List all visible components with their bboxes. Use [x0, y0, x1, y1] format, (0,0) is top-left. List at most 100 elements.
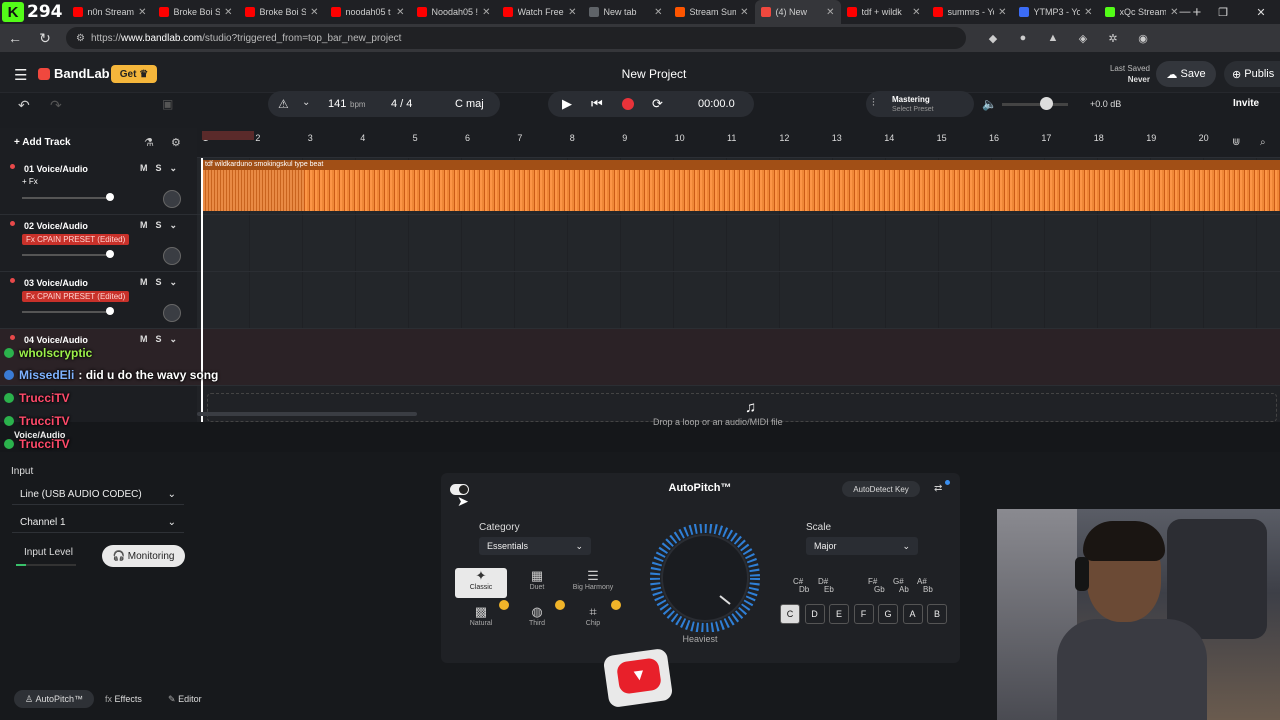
- track-volume-knob[interactable]: [106, 307, 114, 315]
- key-button[interactable]: B: [927, 604, 947, 624]
- address-bar[interactable]: ⚙ https://www.bandlab.com/studio?trigger…: [66, 27, 966, 49]
- chevron-down-icon[interactable]: ⌄: [302, 97, 310, 108]
- loop-icon[interactable]: ⟳: [652, 96, 663, 112]
- track-lane[interactable]: [197, 272, 1280, 329]
- play-icon[interactable]: ▶: [562, 96, 572, 112]
- bandlab-logo[interactable]: BandLab: [38, 66, 110, 81]
- invite-button[interactable]: Invite: [1233, 98, 1259, 109]
- key-button[interactable]: D: [804, 604, 825, 624]
- audio-clip[interactable]: tdf wildkarduno smokingskul type beat: [202, 160, 1280, 211]
- skip-back-icon[interactable]: ⏮: [591, 96, 603, 112]
- tuner-icon[interactable]: ⚗: [144, 136, 154, 149]
- key-button[interactable]: E: [829, 604, 849, 624]
- extension-icon[interactable]: ●: [1008, 32, 1038, 45]
- maximize-icon[interactable]: ❐: [1204, 6, 1242, 19]
- browser-tab[interactable]: Watch Free ✕: [497, 0, 583, 24]
- track-pan-dial[interactable]: [163, 190, 181, 208]
- publish-button[interactable]: ⊕ Publis: [1224, 61, 1280, 87]
- extension-icon[interactable]: ▲: [1038, 32, 1068, 45]
- sharp-key-button[interactable]: D# Eb: [818, 578, 834, 594]
- close-tab-icon[interactable]: ✕: [1084, 7, 1092, 18]
- key-button[interactable]: G: [878, 604, 898, 624]
- track-fx-button[interactable]: Fx CPAIN PRESET (Edited): [22, 291, 130, 302]
- effect-option[interactable]: ◍ Third: [511, 604, 563, 634]
- browser-tab[interactable]: Stream Sum ✕: [669, 0, 755, 24]
- tempo-value[interactable]: 141: [328, 98, 346, 110]
- save-button[interactable]: ☁ Save: [1156, 61, 1216, 87]
- sampler-icon[interactable]: ▣: [162, 97, 173, 111]
- track-fx-button[interactable]: + Fx: [22, 177, 38, 186]
- tab-effects[interactable]: fx Effects: [105, 690, 142, 708]
- time-signature[interactable]: 4 / 4: [391, 98, 412, 110]
- browser-tab[interactable]: Broke Boi Su✕: [153, 0, 239, 24]
- zoom-icon[interactable]: ⌕: [1260, 137, 1266, 148]
- redo-icon[interactable]: ↷: [50, 97, 62, 114]
- project-title[interactable]: New Project: [540, 67, 768, 81]
- browser-tab[interactable]: YTMP3 - Yo ✕: [1013, 0, 1099, 24]
- sharp-key-button[interactable]: C# Db: [793, 578, 809, 594]
- browser-tab[interactable]: noodah05 t ✕: [325, 0, 411, 24]
- track-header[interactable]: 01 Voice/Audio MS⌄ + Fx: [0, 158, 197, 215]
- close-tab-icon[interactable]: ✕: [482, 7, 490, 18]
- effect-option[interactable]: ▦ Duet: [511, 568, 563, 598]
- key-selector[interactable]: C maj: [455, 98, 484, 110]
- effect-option[interactable]: ☰ Big Harmony: [567, 568, 619, 598]
- mute-solo-buttons[interactable]: MS⌄: [140, 334, 185, 345]
- sharp-key-button[interactable]: F# Gb: [868, 578, 885, 594]
- track-volume-slider[interactable]: [22, 254, 112, 256]
- monitoring-button[interactable]: 🎧 Monitoring: [102, 545, 185, 567]
- browser-tab[interactable]: n0n Stream ✕: [67, 0, 153, 24]
- sharp-key-button[interactable]: A# Bb: [917, 578, 933, 594]
- track-header[interactable]: 02 Voice/Audio MS⌄ Fx CPAIN PRESET (Edite…: [0, 215, 197, 272]
- track-pan-dial[interactable]: [163, 247, 181, 265]
- close-tab-icon[interactable]: ✕: [826, 7, 834, 18]
- site-info-icon[interactable]: ⚙: [76, 33, 85, 44]
- extensions-puzzle-icon[interactable]: ✲: [1098, 32, 1128, 45]
- loop-region[interactable]: [202, 131, 254, 140]
- track-lane[interactable]: [197, 215, 1280, 272]
- get-membership-button[interactable]: Get ♛: [111, 65, 157, 83]
- tab-editor[interactable]: ✎ Editor: [168, 690, 202, 708]
- tab-autopitch[interactable]: ♙ AutoPitch™: [14, 690, 94, 708]
- back-icon[interactable]: ←: [0, 30, 30, 46]
- metronome-icon[interactable]: ⚠: [278, 97, 289, 111]
- track-lane[interactable]: [197, 329, 1280, 386]
- close-tab-icon[interactable]: ✕: [396, 7, 404, 18]
- record-arm-icon[interactable]: [10, 335, 15, 340]
- close-tab-icon[interactable]: ✕: [998, 7, 1006, 18]
- close-tab-icon[interactable]: ✕: [568, 7, 576, 18]
- track-volume-knob[interactable]: [106, 193, 114, 201]
- input-channel-select[interactable]: Channel 1 ⌄: [12, 513, 184, 533]
- browser-tab[interactable]: summrs - Yo ✕: [927, 0, 1013, 24]
- record-arm-icon[interactable]: [10, 221, 15, 226]
- close-tab-icon[interactable]: ✕: [310, 7, 318, 18]
- track-settings-icon[interactable]: ⚙: [171, 136, 181, 149]
- browser-tab[interactable]: New tab ✕: [583, 0, 669, 24]
- record-arm-icon[interactable]: [10, 164, 15, 169]
- close-tab-icon[interactable]: ✕: [654, 7, 662, 18]
- close-tab-icon[interactable]: ✕: [138, 7, 146, 18]
- record-button[interactable]: [622, 98, 634, 110]
- track-name[interactable]: 01 Voice/Audio: [24, 164, 88, 174]
- scale-select[interactable]: Major ⌄: [806, 537, 918, 555]
- track-volume-knob[interactable]: [106, 250, 114, 258]
- track-fx-button[interactable]: Fx CPAIN PRESET (Edited): [22, 234, 130, 245]
- volume-icon[interactable]: 🔈: [982, 97, 997, 111]
- horizontal-scrollbar[interactable]: [197, 412, 417, 416]
- input-device-select[interactable]: Line (USB AUDIO CODEC) ⌄: [12, 485, 184, 505]
- close-tab-icon[interactable]: ✕: [740, 7, 748, 18]
- playhead[interactable]: [201, 158, 203, 422]
- autodetect-key-button[interactable]: AutoDetect Key: [842, 481, 920, 497]
- mute-solo-buttons[interactable]: MS⌄: [140, 163, 185, 174]
- browser-tab[interactable]: (4) New ✕: [754, 0, 841, 24]
- track-volume-slider[interactable]: [22, 197, 112, 199]
- mute-solo-buttons[interactable]: MS⌄: [140, 277, 185, 288]
- browser-tab[interactable]: Broke Boi Su✕: [239, 0, 325, 24]
- track-volume-slider[interactable]: [22, 311, 112, 313]
- effect-option[interactable]: ✦ Classic: [455, 568, 507, 598]
- close-tab-icon[interactable]: ✕: [912, 7, 920, 18]
- browser-tab[interactable]: Noodah05 ! ✕: [411, 0, 497, 24]
- timeline-ruler[interactable]: 1234567891011121314151617181920: [197, 128, 1280, 158]
- record-arm-icon[interactable]: [10, 278, 15, 283]
- track-header[interactable]: 03 Voice/Audio MS⌄ Fx CPAIN PRESET (Edite…: [0, 272, 197, 329]
